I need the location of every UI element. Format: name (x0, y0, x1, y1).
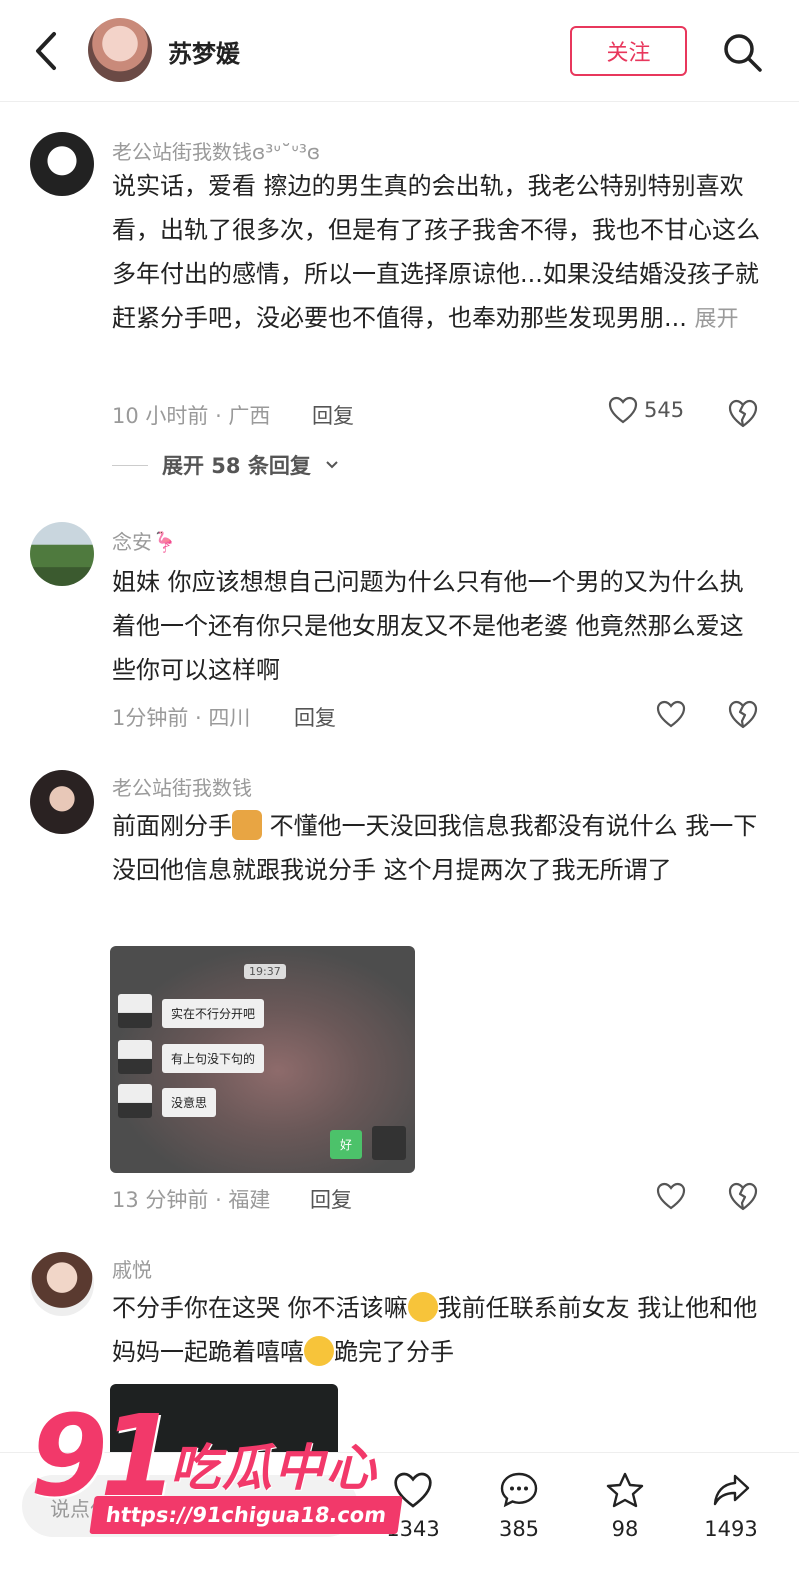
comment-text: 不分手你在这哭 你不活该嘛 我前任联系前女友 我让他和他妈妈一起跪着嘻嘻 跪完了分手 (112, 1286, 762, 1374)
chat-my-avatar (372, 1126, 406, 1160)
reply-button[interactable]: 回复 (294, 702, 336, 732)
comment-meta: 13 分钟前 · 福建 (112, 1188, 271, 1212)
comment-meta: 1分钟前 · 四川 (112, 706, 251, 730)
watermark-url: https://91chigua18.com (89, 1496, 403, 1534)
expand-comment-link[interactable]: 展开 (695, 307, 739, 332)
share-count: 1493 (704, 1517, 758, 1541)
comment-body: 不分手你在这哭 你不活该嘛 (112, 1294, 408, 1322)
author-avatar[interactable] (88, 18, 152, 82)
chat-message: 有上句没下句的 (162, 1044, 265, 1073)
chevron-down-icon (326, 461, 338, 469)
heart-icon[interactable] (656, 1182, 686, 1210)
share-button[interactable]: 1493 (686, 1471, 776, 1541)
commenter-name[interactable]: 戚悦 (112, 1254, 152, 1283)
comment-count: 385 (498, 1517, 540, 1541)
broken-heart-icon[interactable] (727, 398, 759, 428)
watermark-brand: 吃瓜中心 (170, 1439, 378, 1497)
chat-avatar (118, 1084, 152, 1118)
expand-replies-button[interactable]: 展开 58 条回复 (112, 450, 339, 480)
back-arrow-icon[interactable] (30, 28, 64, 74)
chat-message: 实在不行分开吧 (162, 999, 265, 1028)
comment-body: 姐妹 你应该想想自己问题为什么只有他一个男的又为什么执着他一个还有你只是他女朋友… (112, 568, 744, 684)
expand-replies-label: 展开 58 条回复 (162, 454, 311, 478)
commenter-avatar[interactable] (30, 1252, 94, 1316)
follow-button[interactable]: 关注 (570, 26, 687, 76)
like-count: 545 (644, 398, 685, 422)
comment-text: 前面刚分手 不懂他一天没回我信息我都没有说什么 我一下没回他信息就跟我说分手 这… (112, 804, 762, 892)
heart-icon (608, 396, 638, 424)
chat-time: 19:37 (244, 964, 286, 979)
commenter-name[interactable]: 念安🦩 (112, 526, 177, 555)
favorite-count: 98 (611, 1517, 639, 1541)
comment-body-end: 跪完了分手 (334, 1338, 454, 1366)
commenter-avatar[interactable] (30, 132, 94, 196)
broken-heart-icon[interactable] (727, 1181, 759, 1211)
chat-avatar (118, 1040, 152, 1074)
author-name[interactable]: 苏梦媛 (168, 34, 240, 69)
cat-sticker-icon (232, 810, 262, 840)
commenter-name[interactable]: 老公站街我数钱 (112, 772, 252, 801)
chat-avatar (118, 994, 152, 1028)
like-button[interactable]: 545 (608, 396, 684, 424)
giggling-emoji-icon (304, 1336, 334, 1366)
chat-message: 没意思 (162, 1088, 217, 1117)
share-arrow-icon (713, 1474, 750, 1506)
heart-icon[interactable] (656, 700, 686, 728)
divider-line (112, 464, 148, 466)
top-bar: 苏梦媛 关注 (0, 0, 799, 102)
commenter-avatar[interactable] (30, 522, 94, 586)
comment-button[interactable]: 385 (474, 1471, 564, 1541)
search-icon[interactable] (720, 30, 764, 74)
favorite-button[interactable]: 98 (580, 1471, 670, 1541)
star-icon (606, 1472, 644, 1508)
comment-bubble-icon (500, 1472, 538, 1508)
comment-text: 说实话，爱看 擦边的男生真的会出轨，我老公特别特别喜欢看，出轨了很多次，但是有了… (112, 164, 762, 342)
reply-button[interactable]: 回复 (310, 1184, 352, 1214)
winking-tongue-emoji-icon (407, 1292, 438, 1322)
comment-body: 说实话，爱看 擦边的男生真的会出轨，我老公特别特别喜欢看，出轨了很多次，但是有了… (112, 172, 760, 332)
comment-meta: 10 小时前 · 广西 (112, 404, 271, 428)
comment-body: 前面刚分手 (112, 812, 232, 840)
chat-my-message: 好 (330, 1130, 363, 1159)
commenter-avatar[interactable] (30, 770, 94, 834)
chat-screenshot-image[interactable]: 19:37 实在不行分开吧 有上句没下句的 没意思 好 (110, 946, 415, 1173)
reply-button[interactable]: 回复 (312, 400, 354, 430)
commenter-name[interactable]: 老公站街我数钱ɞ³ᐡ˘ᐡ³ɞ (112, 136, 320, 165)
site-watermark-logo: 91 吃瓜中心 https://91chigua18.com (30, 1392, 410, 1552)
broken-heart-icon[interactable] (727, 699, 759, 729)
